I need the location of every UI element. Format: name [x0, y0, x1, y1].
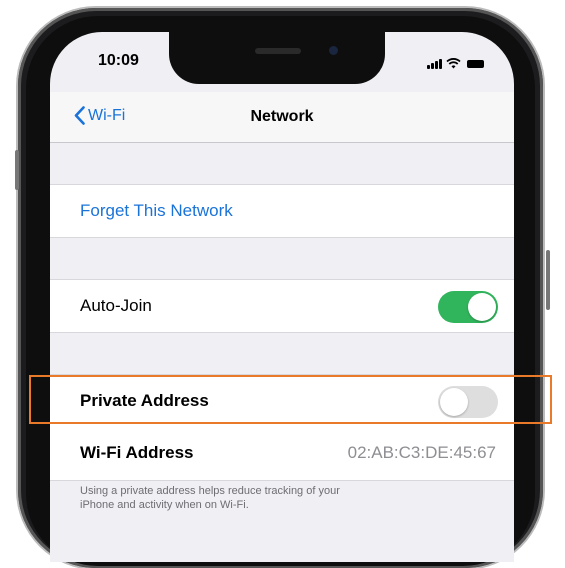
battery-icon [467, 60, 484, 68]
wifi-address-cell: Wi-Fi Address 02:AB:C3:DE:45:67 [50, 427, 514, 481]
footer-line-1: Using a private address helps reduce tra… [80, 485, 340, 497]
side-button-right [546, 250, 550, 310]
wifi-address-value: 02:AB:C3:DE:45:67 [347, 443, 496, 462]
toggle-knob [468, 293, 496, 321]
wifi-address-label: Wi-Fi Address [80, 443, 194, 462]
speaker-grille [255, 48, 301, 54]
auto-join-toggle[interactable] [438, 291, 498, 323]
forget-network-label[interactable]: Forget This Network [80, 201, 233, 221]
cellular-signal-icon [427, 59, 442, 69]
wifi-icon [446, 58, 461, 69]
front-camera [329, 46, 338, 55]
footer-line-2: iPhone and activity when on Wi-Fi. [80, 499, 249, 511]
footer-note: Using a private address helps reduce tra… [80, 484, 480, 512]
highlight-box [29, 375, 552, 424]
status-icons [427, 58, 484, 69]
forget-network-cell[interactable]: Forget This Network [50, 184, 514, 238]
notch [169, 32, 385, 84]
auto-join-label: Auto-Join [80, 296, 152, 315]
side-button-left [15, 150, 19, 190]
status-time: 10:09 [98, 52, 139, 69]
navigation-bar: Wi-Fi Network [50, 92, 514, 143]
page-title: Network [250, 108, 314, 125]
auto-join-cell: Auto-Join [50, 279, 514, 333]
phone-screen: 10:09 Wi-Fi Network Forget This Network … [50, 32, 514, 562]
